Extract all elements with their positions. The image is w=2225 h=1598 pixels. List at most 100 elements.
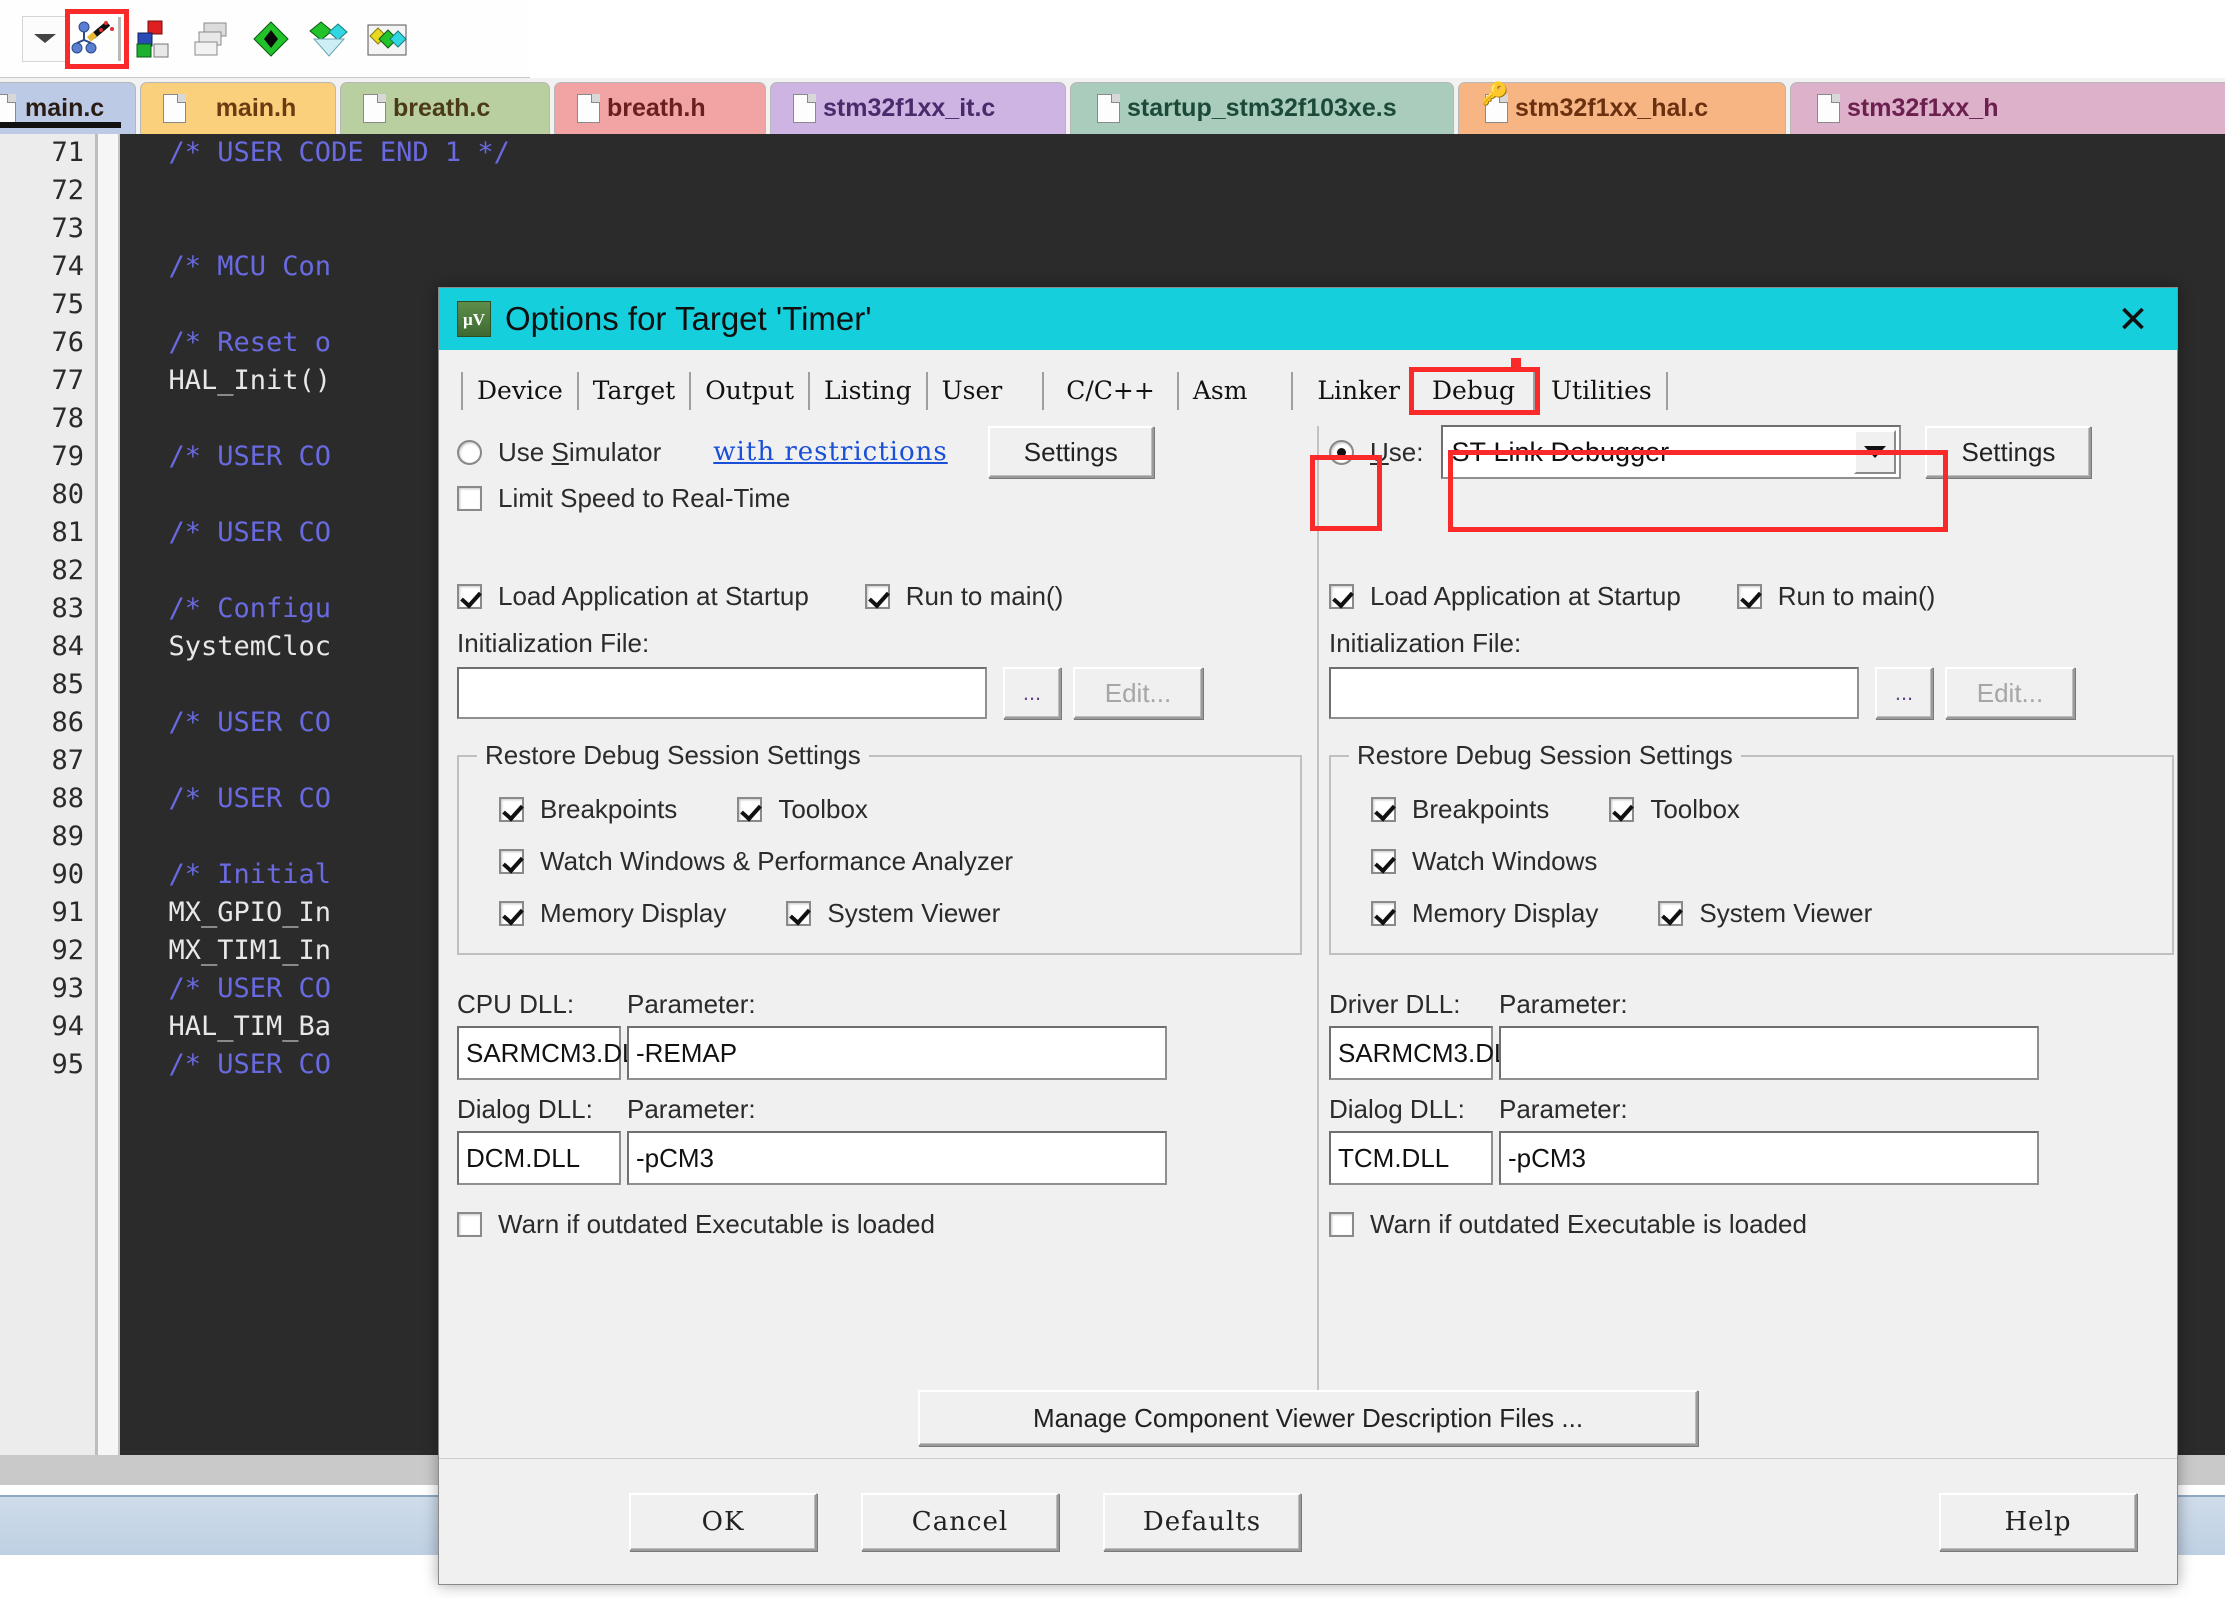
dialog-dll-parameter-input[interactable]: -pCM3: [627, 1131, 1167, 1185]
pack-installer-button[interactable]: [242, 12, 300, 66]
manage-component-viewer-button[interactable]: Manage Component Viewer Description File…: [918, 1390, 1698, 1446]
initialization-file-label: Initialization File:: [1329, 628, 2174, 659]
load-application-checkbox[interactable]: [457, 584, 482, 609]
manage-project-items-button[interactable]: [126, 12, 184, 66]
cancel-button[interactable]: Cancel: [861, 1493, 1059, 1551]
run-to-main-checkbox[interactable]: [865, 584, 890, 609]
defaults-button[interactable]: Defaults: [1103, 1493, 1301, 1551]
code-line: [120, 210, 2225, 248]
line-number: 84: [0, 628, 98, 666]
keil-uvision-icon: µV: [457, 301, 491, 337]
warn-outdated-checkbox[interactable]: [457, 1212, 482, 1237]
debugger-settings-button[interactable]: Settings: [1925, 426, 2091, 478]
tab-asm[interactable]: Asm: [1179, 372, 1294, 410]
limit-speed-checkbox[interactable]: [457, 486, 482, 511]
toolbox-checkbox[interactable]: [737, 797, 762, 822]
toolbox-checkbox[interactable]: [1609, 797, 1634, 822]
line-number: 89: [0, 818, 98, 856]
simulator-settings-button[interactable]: Settings: [988, 426, 1154, 478]
memory-display-checkbox[interactable]: [499, 901, 524, 926]
file-tab-startup-stm32f103xe-s[interactable]: startup_stm32f103xe.s: [1070, 82, 1454, 134]
select-software-packs-button[interactable]: [358, 12, 416, 66]
cpu-dll-parameter-input[interactable]: -REMAP: [627, 1026, 1167, 1080]
dialog-dll-input[interactable]: DCM.DLL: [457, 1131, 621, 1185]
tab-output[interactable]: Output: [691, 372, 810, 410]
driver-dll-parameter-label: Parameter:: [1499, 989, 1628, 1020]
memory-display-checkbox[interactable]: [1371, 901, 1396, 926]
watch-windows-checkbox[interactable]: [499, 849, 524, 874]
use-simulator-radio[interactable]: [457, 440, 482, 465]
memory-display-label: Memory Display: [1412, 898, 1598, 929]
load-application-checkbox[interactable]: [1329, 584, 1354, 609]
configuration-wizard-button[interactable]: [68, 12, 126, 66]
browse-button[interactable]: ...: [1003, 667, 1061, 719]
edit-button[interactable]: Edit...: [1073, 667, 1203, 719]
tab-label: Output: [705, 376, 794, 405]
tab-debug[interactable]: Debug: [1414, 372, 1535, 410]
watch-windows-checkbox[interactable]: [1371, 849, 1396, 874]
use-simulator-label-rest: imulator: [569, 437, 661, 467]
with-restrictions-link[interactable]: with restrictions: [713, 437, 947, 467]
edit-button[interactable]: Edit...: [1945, 667, 2075, 719]
tab-user[interactable]: User: [928, 372, 1045, 410]
file-tab-label: startup_stm32f103xe.s: [1127, 94, 1397, 123]
dialog-dll-input[interactable]: TCM.DLL: [1329, 1131, 1493, 1185]
chevron-down-icon: [34, 34, 56, 43]
driver-dll-parameter-input[interactable]: [1499, 1026, 2039, 1080]
dialog-dll-label: Dialog DLL:: [1329, 1094, 1499, 1125]
file-tab-stm32f1xx-hal-c[interactable]: 🔑 stm32f1xx_hal.c: [1458, 82, 1786, 134]
ok-button[interactable]: OK: [629, 1493, 817, 1551]
simulator-panel: Use Simulator with restrictions Settings…: [457, 426, 1302, 1240]
file-tab-main-h[interactable]: main.h: [140, 82, 336, 134]
close-icon[interactable]: ✕: [2111, 298, 2155, 340]
file-icon: [1097, 94, 1120, 123]
cpu-dll-input[interactable]: SARMCM3.DLL: [457, 1026, 621, 1080]
file-tab-stm32f1xx-it-c[interactable]: stm32f1xx_it.c: [770, 82, 1066, 134]
breakpoints-checkbox[interactable]: [499, 797, 524, 822]
restore-group-title: Restore Debug Session Settings: [477, 740, 869, 771]
system-viewer-checkbox[interactable]: [786, 901, 811, 926]
debugger-selected-value: ST-Link Debugger: [1443, 437, 1669, 468]
debugger-select[interactable]: ST-Link Debugger: [1441, 425, 1901, 479]
tab-device[interactable]: Device: [461, 372, 579, 410]
file-tab-stm32f1xx-h[interactable]: stm32f1xx_h: [1790, 82, 2225, 134]
browse-button[interactable]: ...: [1875, 667, 1933, 719]
help-button[interactable]: Help: [1939, 1493, 2137, 1551]
key-icon: 🔑: [1481, 81, 1508, 107]
use-debugger-radio[interactable]: [1329, 440, 1354, 465]
file-icon: [363, 94, 386, 123]
chevron-down-icon[interactable]: [1854, 430, 1896, 474]
select-software-packs-icon: [366, 19, 408, 59]
tab-c-cpp[interactable]: C/C++: [1044, 372, 1179, 410]
warn-outdated-checkbox[interactable]: [1329, 1212, 1354, 1237]
run-to-main-label: Run to main(): [906, 581, 1064, 612]
tab-listing[interactable]: Listing: [810, 372, 928, 410]
line-number: 95: [0, 1046, 98, 1084]
initialization-file-input[interactable]: [457, 667, 987, 719]
dialog-dll-parameter-input[interactable]: -pCM3: [1499, 1131, 2039, 1185]
system-viewer-checkbox[interactable]: [1658, 901, 1683, 926]
file-tab-label: breath.h: [607, 94, 706, 123]
code-token: SystemCloc: [136, 631, 331, 662]
file-tab-breath-c[interactable]: breath.c: [340, 82, 550, 134]
line-number: 75: [0, 286, 98, 324]
multi-project-icon: [192, 19, 234, 59]
manage-runtime-environment-button[interactable]: [300, 12, 358, 66]
file-tab-label: stm32f1xx_it.c: [823, 94, 995, 123]
tab-linker[interactable]: Linker: [1293, 372, 1414, 410]
code-line: /* USER CODE END 1 */: [120, 134, 2225, 172]
breakpoints-checkbox[interactable]: [1371, 797, 1396, 822]
tab-target[interactable]: Target: [579, 372, 691, 410]
file-tab-main-c[interactable]: main.c: [0, 82, 136, 134]
tab-utilities[interactable]: Utilities: [1535, 372, 1668, 410]
toolbar-dropdown-button[interactable]: [22, 16, 68, 62]
restore-group-title: Restore Debug Session Settings: [1349, 740, 1741, 771]
run-to-main-checkbox[interactable]: [1737, 584, 1762, 609]
dialog-body: Device Target Output Listing User C/C++ …: [439, 350, 2177, 1460]
cpu-dll-parameter-label: Parameter:: [627, 989, 756, 1020]
driver-dll-input[interactable]: SARMCM3.DLL: [1329, 1026, 1493, 1080]
multi-project-button[interactable]: [184, 12, 242, 66]
file-tab-breath-h[interactable]: breath.h: [554, 82, 766, 134]
initialization-file-input[interactable]: [1329, 667, 1859, 719]
line-number: 74: [0, 248, 98, 286]
